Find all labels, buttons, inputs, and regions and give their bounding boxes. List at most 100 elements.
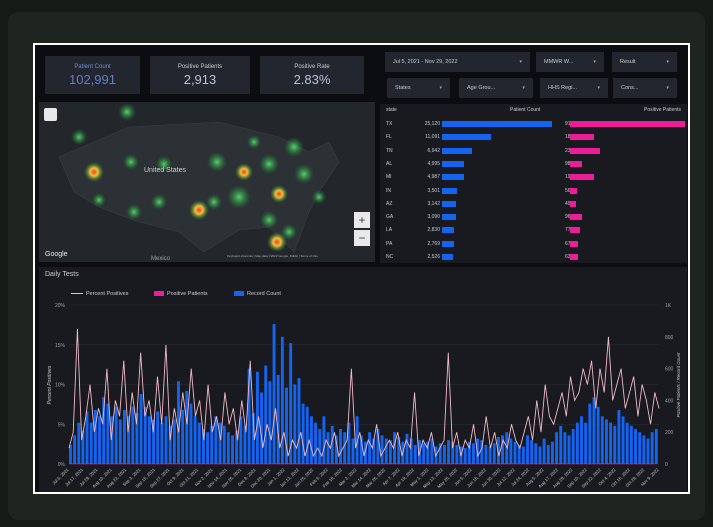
hhs-region-filter[interactable]: HHS Regi... ▾ xyxy=(540,78,608,98)
table-row[interactable]: FL11,091187 xyxy=(380,131,687,145)
scorecard-label: Positive Rate xyxy=(294,64,330,70)
record-count-bar xyxy=(596,406,600,464)
y-right-tick-label: 200 xyxy=(665,430,674,436)
record-count-bar xyxy=(131,406,135,464)
column-header-positive-patients[interactable]: Positive Patients xyxy=(644,107,681,113)
record-count-bar xyxy=(542,438,546,464)
patient-count-bar xyxy=(442,227,455,234)
record-count-bar xyxy=(139,394,143,464)
record-count-bar xyxy=(156,411,160,464)
date-range-filter[interactable]: Jul 5, 2021 - Nov 29, 2022 ▾ xyxy=(385,52,530,72)
map-country-label: United States xyxy=(144,167,187,174)
y-left-tick-label: 15% xyxy=(55,343,66,349)
states-filter[interactable]: States ▾ xyxy=(387,78,450,98)
cell-patient-count: 3,142 xyxy=(427,200,440,207)
positive-patients-bar xyxy=(570,214,583,221)
result-filter[interactable]: Result ▾ xyxy=(612,52,677,72)
record-count-bar xyxy=(530,440,534,464)
record-count-bar xyxy=(442,444,446,464)
hhs-region-filter-label: HHS Regi... xyxy=(548,85,578,91)
chevron-down-icon: ▾ xyxy=(439,85,442,91)
table-row[interactable]: PA 2,769 67 xyxy=(380,238,687,252)
scorecard-value: 2,913 xyxy=(183,72,217,87)
map-canvas[interactable]: Google United States Mexico Keyboard sho… xyxy=(39,102,375,262)
positive-patients-bar xyxy=(570,134,594,141)
record-count-bar xyxy=(339,429,342,464)
scorecard-value: 102,991 xyxy=(69,72,116,87)
table-row[interactable]: GA 3,090 96 xyxy=(380,211,687,225)
column-header-state[interactable]: state xyxy=(386,107,397,113)
cons-filter[interactable]: Cons... ▾ xyxy=(613,78,677,98)
record-count-bar xyxy=(147,416,151,464)
cell-state: TX xyxy=(386,121,393,127)
positive-patients-bar xyxy=(570,121,685,127)
table-row[interactable]: LA 2,830 77 xyxy=(380,224,687,238)
cell-state: FL xyxy=(386,134,392,141)
table-row[interactable]: MI4,987193 xyxy=(380,171,687,185)
column-header-patient-count[interactable]: Patient Count xyxy=(510,107,540,113)
record-count-bar xyxy=(305,406,309,464)
cell-patient-count: 11,091 xyxy=(425,134,440,141)
chevron-down-icon: ▾ xyxy=(593,59,596,65)
fullscreen-icon[interactable] xyxy=(44,108,57,121)
map-attribution[interactable]: Keyboard shortcuts | Map data ©2022 Goog… xyxy=(227,254,318,258)
zoom-out-button[interactable]: − xyxy=(354,230,370,246)
positive-patients-bar xyxy=(570,160,583,167)
zoom-in-button[interactable]: + xyxy=(354,212,370,228)
table-row[interactable]: NC 2,526 63 xyxy=(380,251,687,265)
record-count-bar xyxy=(89,422,93,464)
cons-filter-label: Cons... xyxy=(621,85,639,91)
patient-count-bar xyxy=(442,214,456,221)
record-count-bar xyxy=(563,432,567,464)
cell-state: MI xyxy=(386,174,392,181)
age-group-filter[interactable]: Age Grou... ▾ xyxy=(459,78,533,98)
record-count-bar xyxy=(654,429,658,464)
record-count-bar xyxy=(181,409,185,464)
record-count-bar xyxy=(368,432,372,464)
cell-state: PA xyxy=(386,240,393,247)
scorecard-value: 2.83% xyxy=(293,72,331,87)
record-count-bar xyxy=(226,432,230,464)
y-right-tick-label: 0 xyxy=(665,462,668,468)
record-count-bar xyxy=(484,444,488,464)
record-count-bar xyxy=(73,435,77,464)
cell-patient-count: 3,090 xyxy=(427,214,440,221)
record-count-bar xyxy=(559,425,563,464)
chart-plot: 0% 5% 10% 15% 20% 0 200 400 600 800 1K Percent Posi… xyxy=(47,303,681,489)
record-count-bar xyxy=(546,444,550,464)
record-count-bar xyxy=(98,416,101,464)
record-count-bar xyxy=(447,440,451,464)
patient-count-bar xyxy=(442,187,458,194)
record-count-bar xyxy=(206,432,210,464)
y-left-tick-label: 10% xyxy=(55,383,66,389)
mmwr-week-filter[interactable]: MMWR W... ▾ xyxy=(536,52,604,72)
cell-patient-count: 6,942 xyxy=(427,147,440,154)
table-row[interactable]: AL 4,995 98 xyxy=(380,158,687,172)
cell-patient-count: 4,995 xyxy=(427,160,440,167)
record-count-bar xyxy=(85,411,89,464)
mmwr-filter-label: MMWR W... xyxy=(544,59,574,65)
patient-count-bar xyxy=(442,254,454,260)
cell-patient-count: 2,830 xyxy=(427,227,440,234)
y-left-tick-label: 20% xyxy=(55,303,66,309)
record-count-bar xyxy=(276,374,280,464)
heat-map[interactable]: Google United States Mexico Keyboard sho… xyxy=(39,102,375,262)
table-row[interactable]: TN6,942235 xyxy=(380,145,687,159)
cell-patient-count: 4,987 xyxy=(427,174,440,181)
scorecard-label: Positive Patients xyxy=(177,64,223,70)
record-count-bar xyxy=(160,422,164,464)
record-count-bar xyxy=(555,432,559,464)
cell-patient-count: 2,769 xyxy=(427,240,440,247)
patient-count-bar xyxy=(442,240,455,247)
record-count-bar xyxy=(521,446,525,464)
result-filter-label: Result xyxy=(620,59,636,65)
table-row[interactable]: AZ 3,142 49 xyxy=(380,198,687,212)
table-row[interactable]: IN 3,501 56 xyxy=(380,185,687,199)
cell-state: NC xyxy=(386,254,394,260)
record-count-bar xyxy=(629,425,633,464)
table-row[interactable]: TX25,120915 xyxy=(380,118,687,132)
record-count-bar xyxy=(384,438,388,464)
record-count-bar xyxy=(650,432,654,464)
age-group-filter-label: Age Grou... xyxy=(467,85,496,91)
positive-patients-bar xyxy=(570,187,578,194)
